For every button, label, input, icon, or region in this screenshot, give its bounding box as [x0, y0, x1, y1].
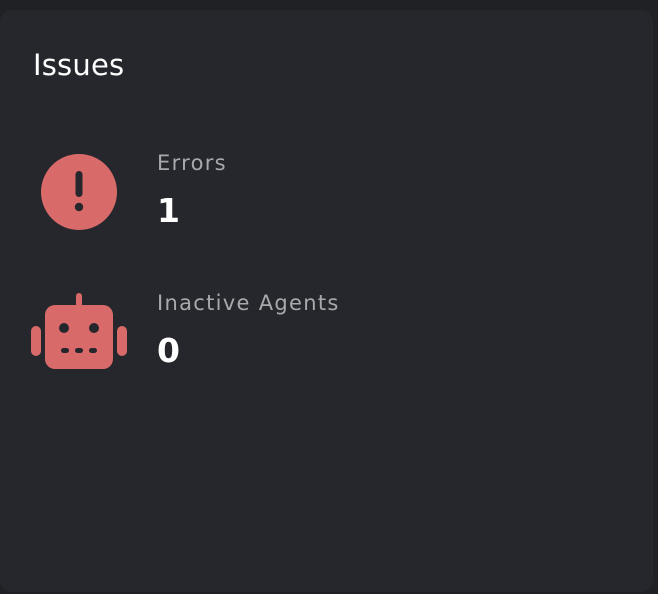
exclamation-circle-icon [30, 153, 128, 233]
errors-issue: Errors 1 [0, 145, 653, 235]
robot-icon [30, 293, 128, 373]
inactive-agents-issue: Inactive Agents 0 [0, 285, 653, 375]
card-title: Issues [33, 48, 125, 82]
errors-label: Errors [157, 151, 227, 175]
inactive-agents-label: Inactive Agents [157, 291, 340, 315]
issues-card: Issues Errors 1 Inactive Agents 0 [0, 10, 653, 592]
inactive-agents-count: 0 [157, 331, 180, 370]
errors-count: 1 [157, 191, 180, 230]
